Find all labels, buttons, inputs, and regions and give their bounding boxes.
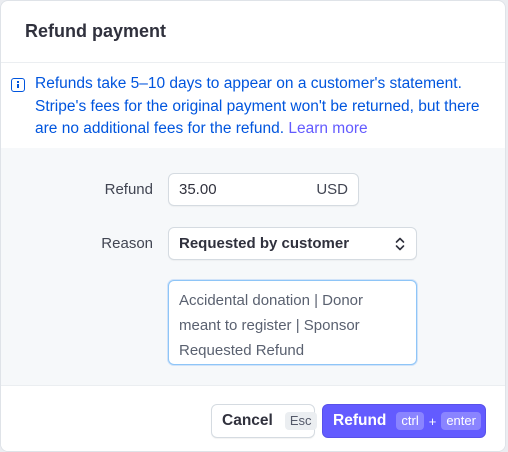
refund-amount-label: Refund <box>104 181 153 198</box>
cancel-button[interactable]: Cancel Esc <box>211 404 317 438</box>
cancel-label: Cancel <box>222 412 273 429</box>
refund-form: Refund 35.00 USD Reason Requested by cus… <box>1 148 505 385</box>
notice-text-block: Refunds take 5–10 days to appear on a cu… <box>35 73 491 148</box>
refund-note-textarea[interactable]: Accidental donation | Donor meant to reg… <box>168 280 417 365</box>
learn-more-link[interactable]: Learn more <box>288 120 367 137</box>
amount-value: 35.00 <box>179 181 217 198</box>
info-notice: Refunds take 5–10 days to appear on a cu… <box>1 63 505 148</box>
notice-text: Refunds take 5–10 days to appear on a cu… <box>35 75 480 137</box>
info-icon <box>11 78 25 92</box>
dialog-header: Refund payment <box>1 1 505 63</box>
dialog-title: Refund payment <box>25 21 167 41</box>
chevron-up-down-icon <box>395 237 405 251</box>
note-text: Accidental donation | Donor meant to reg… <box>179 292 364 359</box>
reason-select[interactable]: Requested by customer <box>168 227 417 260</box>
refund-amount-input[interactable]: 35.00 USD <box>168 173 359 206</box>
esc-shortcut-badge: Esc <box>284 412 317 430</box>
refund-dialog: Refund payment Refunds take 5–10 days to… <box>0 0 506 452</box>
enter-shortcut-badge: enter <box>441 412 481 430</box>
refund-button[interactable]: Refund ctrl + enter <box>322 404 486 438</box>
shortcut-plus: + <box>428 413 437 429</box>
ctrl-shortcut-badge: ctrl <box>396 412 424 430</box>
currency-label: USD <box>316 181 348 198</box>
reason-value: Requested by customer <box>179 235 350 252</box>
dialog-footer: Cancel Esc Refund ctrl + enter <box>1 385 505 451</box>
refund-button-label: Refund <box>333 412 387 429</box>
reason-label: Reason <box>101 235 153 252</box>
